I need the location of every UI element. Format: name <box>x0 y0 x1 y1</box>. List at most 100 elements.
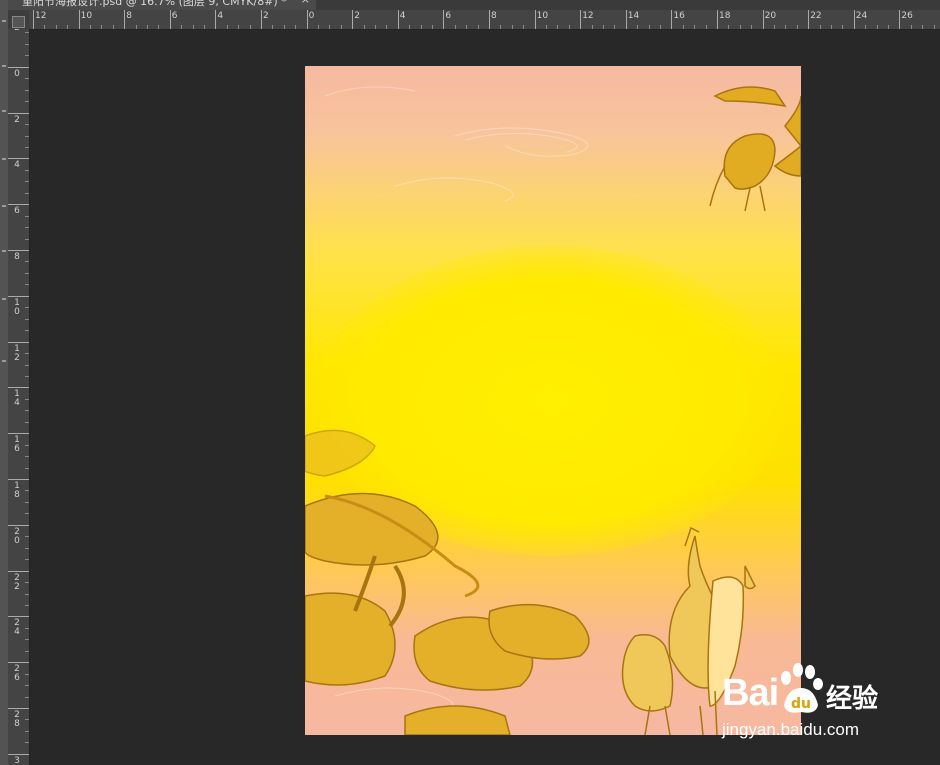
ruler-minor-tick <box>694 25 696 29</box>
ruler-label: 16 <box>673 11 685 21</box>
document-tab[interactable]: 重阳节海报设计.psd @ 16.7% (图层 9, CMYK/8#) * × <box>8 0 316 10</box>
ruler-label: 2 <box>354 11 360 21</box>
ruler-minor-tick <box>25 364 29 366</box>
ruler-minor-tick <box>831 25 832 29</box>
ruler-label: 22 <box>14 572 20 592</box>
ruler-minor-tick <box>705 25 707 29</box>
ruler-major-tick <box>534 10 536 29</box>
ruler-minor-tick <box>751 25 753 29</box>
ruler-minor-tick <box>25 192 29 194</box>
ruler-label: 24 <box>14 618 20 638</box>
ruler-minor-tick <box>819 25 821 29</box>
ruler-minor-tick <box>135 25 137 29</box>
ruler-minor-tick <box>614 25 616 29</box>
ruler-minor-tick <box>25 318 29 320</box>
ruler-major-tick <box>33 10 34 29</box>
ruler-minor-tick <box>192 25 194 29</box>
ruler-major-tick <box>397 10 399 29</box>
ruler-label: 20 <box>764 11 777 21</box>
ruler-minor-tick <box>591 25 593 29</box>
ruler-minor-tick <box>523 25 525 29</box>
ruler-minor-tick <box>147 25 148 29</box>
ruler-origin-corner[interactable] <box>8 10 30 30</box>
ruler-minor-tick <box>933 25 935 29</box>
ruler-label: 10 <box>536 11 549 21</box>
ruler-label: 10 <box>14 297 20 317</box>
ruler-minor-tick <box>386 25 388 29</box>
ruler-minor-tick <box>55 25 57 29</box>
ruler-minor-tick <box>648 25 650 29</box>
close-icon[interactable]: × <box>301 0 310 5</box>
ruler-major-tick <box>489 10 490 29</box>
ruler-major-tick <box>8 662 29 664</box>
ruler-minor-tick <box>295 25 297 29</box>
ruler-minor-tick <box>25 353 29 355</box>
ruler-minor-tick <box>25 146 29 148</box>
tool-tick <box>2 158 6 160</box>
ruler-major-tick <box>8 66 29 68</box>
ruler-minor-tick <box>25 501 29 503</box>
ruler-minor-tick <box>728 25 730 29</box>
document-canvas[interactable] <box>305 66 801 735</box>
ruler-minor-tick <box>682 25 684 29</box>
ruler-minor-tick <box>25 330 29 332</box>
ruler-major-tick <box>8 341 29 343</box>
ruler-minor-tick <box>409 25 411 29</box>
svg-text:du: du <box>791 696 811 712</box>
ruler-minor-tick <box>739 25 741 29</box>
ruler-minor-tick <box>511 25 513 29</box>
ruler-major-tick <box>8 616 29 618</box>
ruler-minor-tick <box>283 25 285 29</box>
ruler-minor-tick <box>25 467 29 469</box>
ruler-minor-tick <box>329 25 331 29</box>
ruler-minor-tick <box>25 742 29 744</box>
ruler-minor-tick <box>774 25 775 29</box>
ruler-minor-tick <box>25 650 29 652</box>
ruler-minor-tick <box>466 25 468 29</box>
ruler-minor-tick <box>25 261 29 263</box>
ruler-minor-tick <box>454 25 456 29</box>
tool-tick <box>2 205 6 207</box>
paw-icon: du <box>781 663 823 713</box>
ruler-minor-tick <box>25 124 29 126</box>
ruler-minor-tick <box>25 284 29 286</box>
ruler-major-tick <box>8 295 29 297</box>
ruler-label: 0 <box>308 11 315 21</box>
ruler-minor-tick <box>226 25 228 29</box>
ruler-major-tick <box>8 524 29 526</box>
tool-tick <box>2 298 6 300</box>
ruler-minor-tick <box>25 181 29 183</box>
ruler-minor-tick <box>922 25 924 29</box>
ruler-label: 16 <box>14 435 20 455</box>
ruler-minor-tick <box>25 547 29 549</box>
ruler-minor-tick <box>375 25 376 29</box>
ruler-label: 4 <box>217 11 224 21</box>
ruler-minor-tick <box>420 25 422 29</box>
tool-tick <box>2 65 6 67</box>
ruler-origin-icon <box>12 16 25 28</box>
ruler-minor-tick <box>158 25 160 29</box>
ruler-minor-tick <box>318 25 319 29</box>
ruler-minor-tick <box>25 696 29 698</box>
ruler-major-tick <box>306 10 308 29</box>
ruler-minor-tick <box>25 730 29 732</box>
ruler-major-tick <box>899 10 901 29</box>
ruler-label: 24 <box>855 11 868 21</box>
tool-tick <box>2 360 6 362</box>
ruler-label: 10 <box>80 11 93 21</box>
horizontal-ruler[interactable]: 12 10 8 6 4 2 0 2 4 6 8 10 12 14 16 18 20 22 24 26 <box>29 10 940 30</box>
ruler-major-tick <box>8 204 29 206</box>
ruler-minor-tick <box>25 398 29 400</box>
ruler-major-tick <box>8 479 29 480</box>
vertical-ruler[interactable]: 202468101214161820222426283 <box>8 29 30 765</box>
ruler-label: 12 <box>582 11 594 21</box>
watermark-brand-suffix: 经验 <box>826 684 879 714</box>
ruler-minor-tick <box>25 215 29 217</box>
pine-tree-artwork <box>305 429 590 735</box>
ruler-minor-tick <box>25 719 29 721</box>
ruler-major-tick <box>352 10 354 29</box>
ruler-label: 26 <box>901 11 913 21</box>
ruler-label: 12 <box>14 343 20 363</box>
ruler-minor-tick <box>477 25 479 29</box>
ruler-minor-tick <box>25 272 29 274</box>
